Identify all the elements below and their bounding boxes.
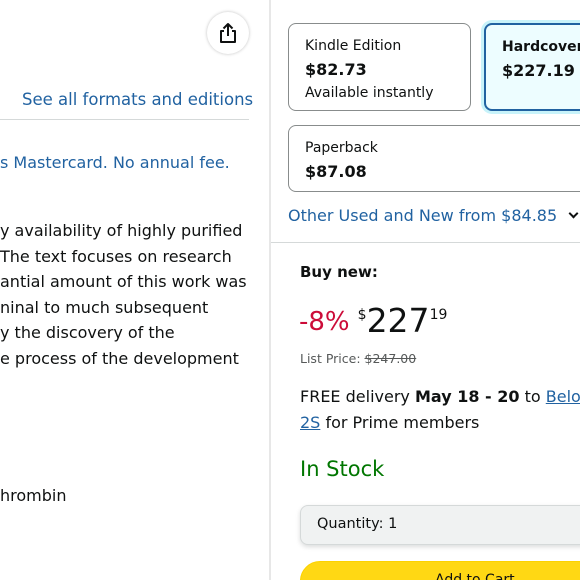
price-fraction: 19 — [429, 307, 448, 323]
format-option-hardcover[interactable]: Hardcover $227.19 — [484, 23, 580, 111]
other-used-new-link[interactable]: Other Used and New from $84.85 — [288, 206, 579, 225]
other-offers-price: $84.85 — [501, 206, 558, 225]
format-option-paperback[interactable]: Paperback $87.08 — [288, 125, 580, 192]
divider — [0, 119, 249, 120]
add-to-cart-label: Add to Cart — [435, 572, 515, 580]
format-price: $227.19 — [502, 61, 575, 80]
quantity-value: 1 — [388, 516, 398, 532]
discount-percent: -8% — [299, 307, 350, 337]
delivery-dates: May 18 - 20 — [414, 387, 520, 406]
buy-box: Buy new: -8% $22719 List Price: $247.00 F… — [271, 242, 580, 580]
format-name: Paperback — [305, 140, 378, 156]
delivery-info: FREE delivery May 18 - 20 to Beloo 2S fo… — [300, 384, 580, 436]
description-line: y availability of highly purified — [0, 221, 243, 240]
delivery-suffix: for Prime members — [325, 413, 480, 432]
list-price: List Price: $247.00 — [300, 351, 416, 366]
chevron-down-icon — [568, 208, 579, 219]
other-offers-text: Other Used and New from — [288, 206, 497, 225]
format-name: Hardcover — [502, 39, 580, 55]
delivery-location-link[interactable]: Beloo — [546, 387, 580, 406]
price-whole: 227 — [366, 301, 430, 340]
share-icon — [220, 23, 236, 43]
description-line: y the discovery of the — [0, 323, 175, 343]
detail-text: hrombin — [0, 486, 67, 505]
description-line: e process of the development — [0, 348, 239, 368]
price-display: -8% $22719 — [299, 301, 447, 340]
delivery-location-link-cont[interactable]: 2S — [300, 413, 320, 432]
delivery-prefix: FREE delivery — [300, 387, 410, 406]
description-line: ninal to much subsequent — [0, 297, 209, 317]
see-all-formats-link[interactable]: See all formats and editions — [22, 90, 253, 109]
card-offer-link[interactable]: s Mastercard. No annual fee. — [0, 153, 230, 172]
currency-symbol: $ — [357, 307, 367, 323]
format-price: $82.73 — [305, 60, 367, 79]
description-line: The text focuses on research — [0, 246, 232, 266]
format-price: $87.08 — [305, 162, 367, 181]
list-price-label: List Price: — [300, 351, 361, 366]
format-name: Kindle Edition — [305, 38, 402, 54]
stock-status: In Stock — [300, 457, 385, 481]
purchase-column: Kindle Edition $82.73 Available instantl… — [271, 0, 580, 580]
share-button[interactable] — [207, 12, 249, 54]
delivery-to: to — [524, 387, 541, 406]
product-description: y availability of highly purified The te… — [0, 218, 262, 372]
quantity-label-text: Quantity: — [317, 516, 384, 532]
product-details-column: See all formats and editions s Mastercar… — [0, 0, 262, 580]
list-price-value: $247.00 — [364, 351, 417, 366]
format-option-kindle[interactable]: Kindle Edition $82.73 Available instantl… — [288, 23, 471, 111]
buy-new-heading: Buy new: — [300, 263, 378, 281]
quantity-label: Quantity: 1 — [317, 516, 397, 532]
description-line: antial amount of this work was — [0, 272, 247, 292]
quantity-select[interactable]: Quantity: 1 — [300, 505, 580, 545]
format-availability: Available instantly — [305, 85, 434, 101]
add-to-cart-button[interactable]: Add to Cart — [300, 561, 580, 580]
